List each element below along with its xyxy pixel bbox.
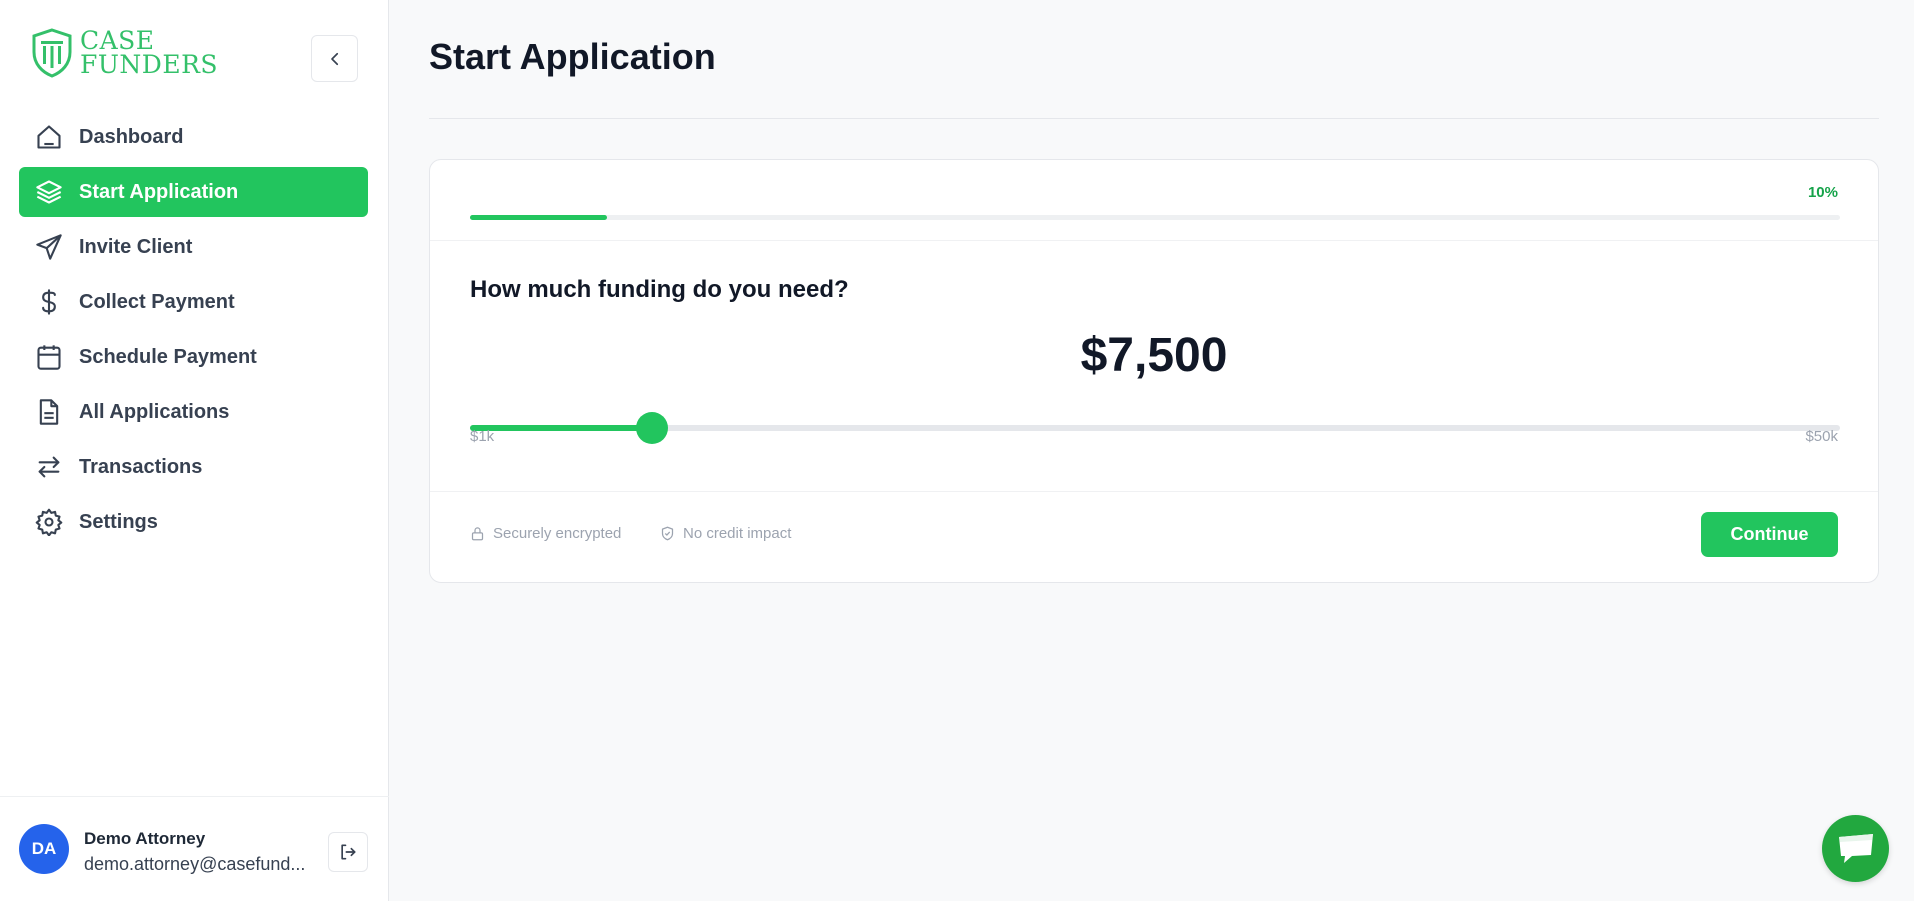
home-icon	[33, 121, 65, 153]
sidebar-item-start-application[interactable]: Start Application	[19, 167, 368, 217]
slider-track[interactable]	[470, 425, 1840, 431]
progress-percent: 10%	[1807, 184, 1838, 201]
progress-fill	[470, 215, 607, 220]
sidebar-item-collect-payment[interactable]: Collect Payment	[19, 277, 368, 327]
user-name: Demo Attorney	[84, 829, 206, 848]
sidebar-item-label: Invite Client	[79, 235, 193, 258]
chat-bubble-icon	[1838, 833, 1873, 863]
logout-icon	[341, 844, 356, 860]
sidebar-item-label: Start Application	[79, 180, 239, 203]
sidebar-item-label: Transactions	[79, 455, 203, 478]
slider-fill	[470, 425, 652, 431]
user-email: demo.attorney@casefund...	[84, 854, 306, 874]
calendar-icon	[33, 341, 65, 373]
funding-amount: $7,500	[1080, 329, 1228, 382]
progress-bar	[470, 215, 1840, 220]
sidebar-item-transactions[interactable]: Transactions	[19, 442, 368, 492]
secure-badge: Securely encrypted	[470, 525, 621, 542]
sidebar-item-label: Dashboard	[79, 125, 184, 148]
continue-button[interactable]: Continue	[1701, 512, 1838, 557]
funding-slider[interactable]	[470, 412, 1840, 444]
send-icon	[33, 231, 65, 263]
sidebar-item-all-applications[interactable]: All Applications	[19, 387, 368, 437]
card-footer-divider	[430, 491, 1878, 492]
sidebar-item-settings[interactable]: Settings	[19, 497, 368, 547]
sidebar-item-invite-client[interactable]: Invite Client	[19, 222, 368, 272]
sidebar-nav: Dashboard Start Application Invite Clien…	[19, 112, 368, 552]
page-title: Start Application	[429, 36, 716, 77]
application-card: 10% How much funding do you need? $7,500…	[429, 159, 1879, 583]
sidebar-item-label: Collect Payment	[79, 290, 235, 313]
slider-thumb[interactable]	[635, 412, 668, 444]
brand-name: CASE FUNDERS	[80, 28, 219, 79]
header-divider	[429, 118, 1879, 119]
sidebar: CASE FUNDERS Dashboard Start Application…	[0, 0, 389, 901]
main-content: Start Application 10% How much funding d…	[389, 0, 1914, 901]
sidebar-item-schedule-payment[interactable]: Schedule Payment	[19, 332, 368, 382]
arrows-swap-icon	[33, 451, 65, 483]
card-divider	[430, 240, 1878, 241]
collapse-sidebar-button[interactable]	[311, 35, 358, 82]
layers-icon	[33, 176, 65, 208]
sidebar-item-label: Schedule Payment	[79, 345, 257, 368]
dollar-icon	[33, 286, 65, 318]
question-heading: How much funding do you need?	[470, 276, 849, 303]
brand-logo[interactable]: CASE FUNDERS	[30, 28, 218, 78]
chevron-left-icon	[330, 52, 338, 65]
credit-badge: No credit impact	[660, 525, 791, 542]
avatar[interactable]: DA	[19, 824, 69, 874]
credit-badge-label: No credit impact	[683, 525, 792, 542]
secure-badge-label: Securely encrypted	[493, 525, 622, 542]
slider-max-label: $50k	[1805, 428, 1838, 445]
shield-check-icon	[661, 526, 674, 541]
sidebar-item-label: Settings	[79, 510, 158, 533]
pillar-shield-icon	[32, 28, 72, 78]
sidebar-item-label: All Applications	[79, 400, 230, 423]
slider-min-label: $1k	[470, 428, 495, 445]
logout-button[interactable]	[328, 832, 368, 872]
gear-icon	[33, 506, 65, 538]
file-text-icon	[33, 396, 65, 428]
brand-line-2: FUNDERS	[80, 50, 219, 79]
lock-icon	[471, 527, 484, 541]
sidebar-item-dashboard[interactable]: Dashboard	[19, 112, 368, 162]
chat-button[interactable]	[1822, 815, 1889, 882]
user-panel: DA Demo Attorney demo.attorney@casefund.…	[0, 796, 389, 901]
